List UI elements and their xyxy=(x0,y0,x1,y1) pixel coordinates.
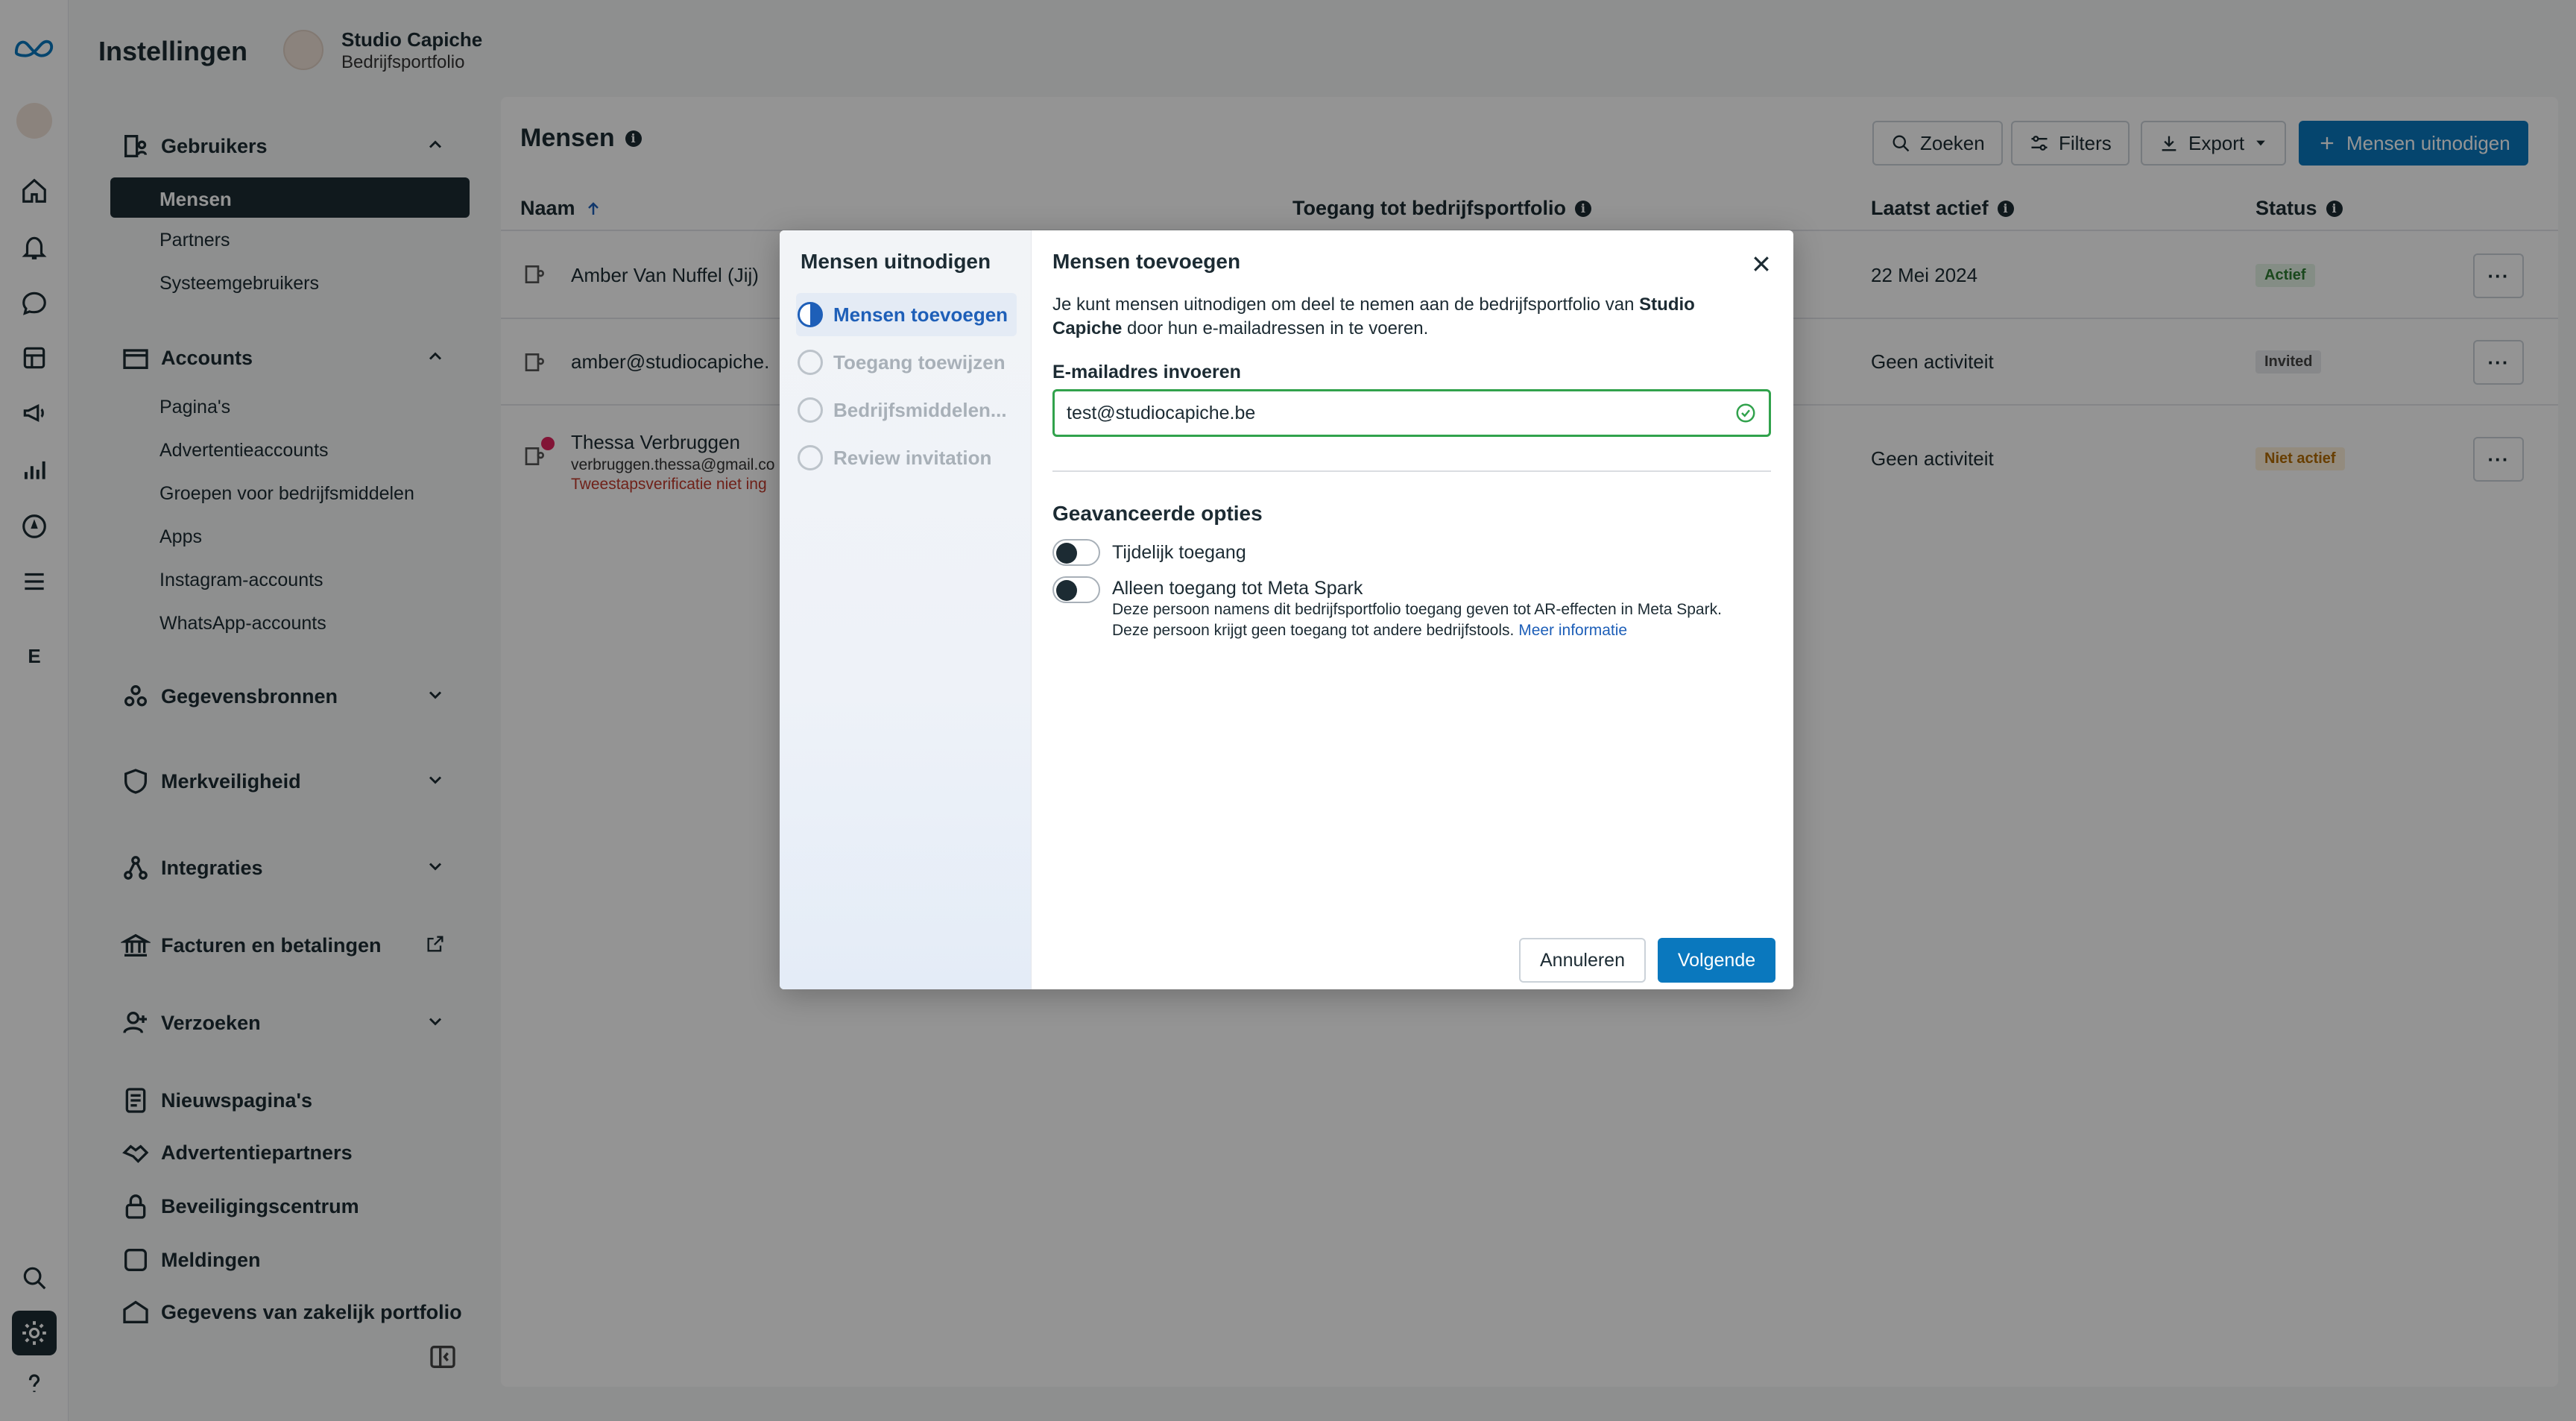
step-label: Mensen toevoegen xyxy=(833,303,1008,326)
step-circle-icon xyxy=(798,350,823,375)
step-review-invitation: Review invitation xyxy=(796,436,1017,479)
wizard-title: Mensen uitnodigen xyxy=(801,250,991,273)
cancel-button[interactable]: Annuleren xyxy=(1519,938,1646,983)
step-circle-icon xyxy=(798,445,823,470)
step-circle-icon xyxy=(798,397,823,423)
step-mensen-toevoegen[interactable]: Mensen toevoegen xyxy=(796,293,1017,336)
step-label: Review invitation xyxy=(833,446,992,469)
step-label: Toegang toewijzen xyxy=(833,350,1006,374)
meta-spark-toggle[interactable] xyxy=(1052,576,1100,603)
step-progress-icon xyxy=(798,302,823,327)
temporary-access-label: Tijdelijk toegang xyxy=(1112,542,1246,563)
meta-spark-desc-line1: Deze persoon namens dit bedrijfsportfoli… xyxy=(1112,601,1722,618)
email-value[interactable]: test@studiocapiche.be xyxy=(1067,403,1734,424)
divider xyxy=(1052,470,1771,472)
email-field[interactable]: test@studiocapiche.be xyxy=(1052,389,1771,437)
temporary-access-toggle[interactable] xyxy=(1052,539,1100,566)
dialog-description: Je kunt mensen uitnodigen om deel te nem… xyxy=(1052,293,1768,341)
meta-spark-description: Deze persoon namens dit bedrijfsportfoli… xyxy=(1112,599,1783,641)
meta-spark-desc-line2: Deze persoon krijgt geen toegang tot and… xyxy=(1112,622,1515,639)
meta-spark-label: Alleen toegang tot Meta Spark xyxy=(1112,578,1363,599)
next-button[interactable]: Volgende xyxy=(1658,938,1775,983)
check-circle-icon xyxy=(1736,403,1755,423)
invite-people-dialog: Mensen uitnodigen Mensen toevoegen Toega… xyxy=(780,230,1793,989)
desc-suffix: door hun e-mailadressen in te voeren. xyxy=(1122,318,1429,338)
step-toegang-toewijzen: Toegang toewijzen xyxy=(796,341,1017,384)
email-label: E-mailadres invoeren xyxy=(1052,362,1241,382)
more-info-link[interactable]: Meer informatie xyxy=(1518,622,1627,639)
step-bedrijfsmiddelen: Bedrijfsmiddelen... xyxy=(796,388,1017,432)
wizard-content: Mensen toevoegen Je kunt mensen uitnodig… xyxy=(1032,230,1793,989)
close-icon[interactable] xyxy=(1750,253,1772,275)
wizard-steps-panel: Mensen uitnodigen Mensen toevoegen Toega… xyxy=(780,230,1032,989)
step-label: Bedrijfsmiddelen... xyxy=(833,398,1007,421)
desc-prefix: Je kunt mensen uitnodigen om deel te nem… xyxy=(1052,294,1640,315)
advanced-options-title: Geavanceerde opties xyxy=(1052,502,1263,525)
dialog-title: Mensen toevoegen xyxy=(1052,250,1241,273)
